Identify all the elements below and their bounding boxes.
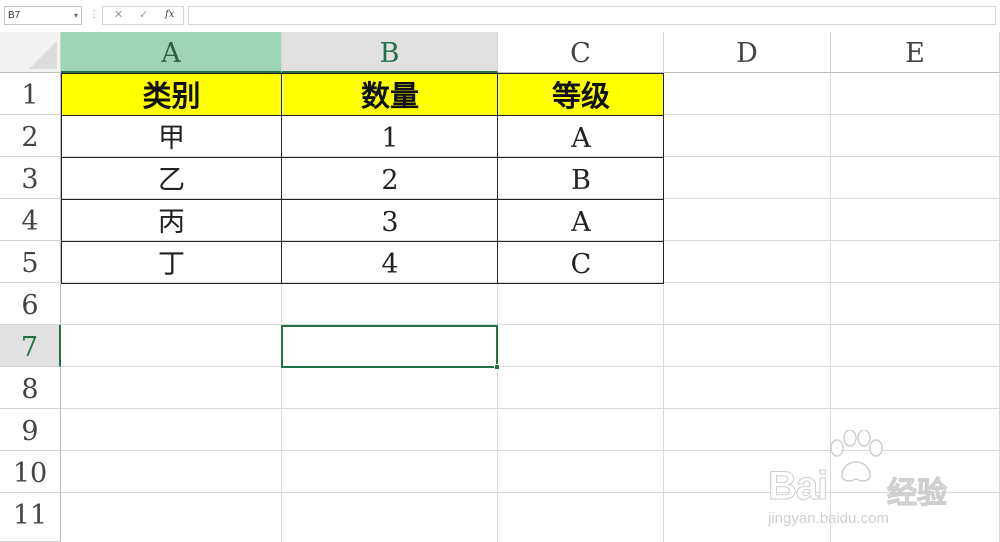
name-box-value: B7 [8, 10, 21, 21]
cell-a1[interactable]: 类别 [62, 74, 281, 115]
cell-c3[interactable]: B [499, 158, 663, 200]
cell-c1[interactable]: 等级 [499, 74, 663, 115]
row-header-1[interactable]: 1 [0, 73, 61, 115]
cell-a3[interactable]: 乙 [62, 158, 281, 200]
cell-b3[interactable]: 2 [283, 158, 497, 200]
row-header-3[interactable]: 3 [0, 157, 61, 199]
chevron-down-icon[interactable]: ▾ [74, 7, 78, 24]
row-header-8[interactable]: 8 [0, 367, 61, 409]
watermark-brand: Bai [767, 464, 828, 509]
row-header-4[interactable]: 4 [0, 199, 61, 241]
column-header-e[interactable]: E [831, 32, 1000, 73]
cell-c5[interactable]: C [499, 242, 663, 284]
column-header-b[interactable]: B [282, 32, 498, 73]
column-header-d[interactable]: D [664, 32, 831, 73]
row-header-10[interactable]: 10 [0, 451, 61, 493]
active-cell-selection[interactable] [281, 325, 500, 370]
row-header-9[interactable]: 9 [0, 409, 61, 451]
row-header-2[interactable]: 2 [0, 115, 61, 157]
row-header-5[interactable]: 5 [0, 241, 61, 283]
insert-function-icon[interactable]: fx [165, 9, 174, 20]
cancel-icon[interactable]: ✕ [114, 8, 123, 21]
baidu-watermark: Bai 经验 jingyan.baidu.com [752, 430, 952, 530]
enter-icon[interactable]: ✓ [139, 8, 148, 21]
paw-logo-icon [830, 430, 883, 482]
cell-b2[interactable]: 1 [283, 116, 497, 158]
select-all-triangle-icon [29, 41, 57, 69]
more-options-icon[interactable]: ⋮ [89, 9, 99, 20]
row-header-7[interactable]: 7 [0, 325, 61, 367]
cell-c4[interactable]: A [499, 200, 663, 242]
cell-b5[interactable]: 4 [283, 242, 497, 284]
formula-buttons: ✕ ✓ fx [102, 6, 184, 25]
row-header-6[interactable]: 6 [0, 283, 61, 325]
cell-a5[interactable]: 丁 [62, 242, 281, 284]
column-header-a[interactable]: A [61, 32, 282, 73]
watermark-url: jingyan.baidu.com [768, 510, 889, 527]
fill-handle[interactable] [494, 364, 500, 370]
column-header-c[interactable]: C [498, 32, 664, 73]
name-box[interactable]: B7 ▾ [4, 6, 82, 25]
formula-input[interactable] [188, 6, 996, 25]
cell-b1[interactable]: 数量 [283, 74, 497, 115]
watermark-brand-cn: 经验 [887, 476, 948, 512]
cell-a4[interactable]: 丙 [62, 200, 281, 242]
row-header-11[interactable]: 11 [0, 493, 61, 542]
cell-b4[interactable]: 3 [283, 200, 497, 242]
select-all-button[interactable] [0, 32, 61, 73]
formula-bar: B7 ▾ ⋮ ✕ ✓ fx [0, 0, 1000, 32]
cell-a2[interactable]: 甲 [62, 116, 281, 158]
cell-c2[interactable]: A [499, 116, 663, 158]
